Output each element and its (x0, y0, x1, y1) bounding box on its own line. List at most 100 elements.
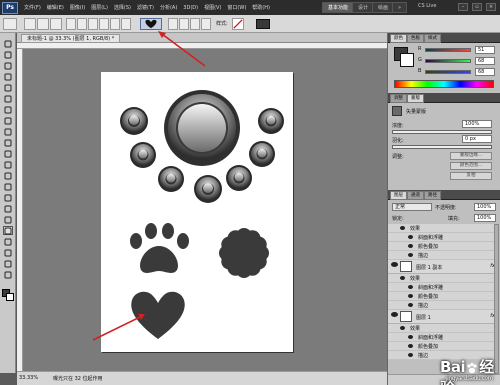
effect-item[interactable]: 颜色叠加 (388, 292, 495, 301)
tab-swatches[interactable]: 色板 (407, 34, 424, 43)
workspace-essentials-button[interactable]: 基本功能 (322, 2, 355, 13)
workspace-painting-button[interactable]: 绘画 (372, 2, 395, 13)
line-tool-option[interactable] (121, 18, 131, 30)
marquee-tool[interactable] (3, 50, 13, 59)
history-brush-tool[interactable] (3, 138, 13, 147)
channel-g-field[interactable]: 68 (475, 57, 495, 65)
eye-icon[interactable] (400, 226, 405, 230)
custom-shape-picker[interactable] (140, 18, 162, 30)
eye-icon[interactable] (391, 312, 398, 317)
tab-paths[interactable]: 路径 (424, 191, 441, 200)
layers-scrollbar[interactable] (494, 224, 499, 374)
menu-item-image[interactable]: 图像(I) (67, 4, 88, 11)
tab-color[interactable]: 颜色 (390, 34, 407, 43)
pen-tool-option[interactable] (66, 18, 76, 30)
feather-field[interactable]: 0 px (462, 135, 492, 143)
eye-icon[interactable] (391, 262, 398, 267)
menu-item-help[interactable]: 帮助(H) (249, 4, 273, 11)
eye-icon[interactable] (408, 244, 413, 248)
effect-item[interactable]: 颜色叠加 (388, 342, 495, 351)
channel-b-slider[interactable] (425, 70, 471, 74)
stamp-tool[interactable] (3, 127, 13, 136)
mask-edge-button[interactable]: 蒙版边缘... (450, 152, 492, 160)
eye-icon[interactable] (408, 353, 413, 357)
eye-icon[interactable] (408, 285, 413, 289)
eye-icon[interactable] (400, 276, 405, 280)
invert-button[interactable]: 反相 (450, 172, 492, 180)
style-picker[interactable] (232, 18, 244, 30)
tool-preset-button[interactable] (3, 18, 17, 30)
eye-icon[interactable] (408, 294, 413, 298)
menu-item-layer[interactable]: 图层(L) (88, 4, 111, 11)
tab-styles[interactable]: 样式 (424, 34, 441, 43)
menu-item-3d[interactable]: 3D(D) (180, 5, 201, 11)
intersect-option[interactable] (190, 18, 200, 30)
eye-icon[interactable] (408, 335, 413, 339)
effects-group[interactable]: 效果 (388, 324, 495, 333)
type-tool[interactable] (3, 204, 13, 213)
layer-row[interactable]: 图层 1 fx (388, 310, 495, 324)
tools-background-color[interactable] (6, 293, 14, 301)
hand-tool[interactable] (3, 259, 13, 268)
zoom-status[interactable]: 33.33% (19, 375, 38, 381)
cs-live-label[interactable]: CS Live (418, 3, 436, 9)
lasso-tool[interactable] (3, 61, 13, 70)
menu-item-file[interactable]: 文件(F) (21, 4, 44, 11)
effect-item[interactable]: 斜面和浮雕 (388, 233, 495, 242)
menu-item-analysis[interactable]: 分析(A) (157, 4, 180, 11)
minimize-icon[interactable]: – (458, 3, 468, 11)
effect-item[interactable]: 斜面和浮雕 (388, 333, 495, 342)
document-page[interactable] (101, 72, 293, 352)
eraser-tool[interactable] (3, 149, 13, 158)
tab-adjustments[interactable]: 调整 (390, 94, 407, 103)
channel-b-field[interactable]: 68 (475, 68, 495, 76)
workspace-more-button[interactable]: » (392, 2, 408, 13)
feather-slider[interactable] (392, 145, 492, 149)
app-logo[interactable]: Ps (2, 1, 18, 14)
healing-tool[interactable] (3, 105, 13, 114)
effect-item[interactable]: 描边 (388, 301, 495, 310)
exclude-option[interactable] (201, 18, 211, 30)
effect-item[interactable]: 颜色叠加 (388, 242, 495, 251)
shape-layers-button[interactable] (24, 18, 36, 30)
zoom-tool[interactable] (3, 270, 13, 279)
channel-r-field[interactable]: 51 (475, 46, 495, 54)
effect-item[interactable]: 斜面和浮雕 (388, 283, 495, 292)
document-info[interactable]: 曝光只在 32 位起作用 (53, 375, 103, 382)
blur-tool[interactable] (3, 171, 13, 180)
menu-item-filter[interactable]: 滤镜(T) (134, 4, 157, 11)
subtract-option[interactable] (179, 18, 189, 30)
eye-icon[interactable] (408, 235, 413, 239)
effects-group[interactable]: 效果 (388, 274, 495, 283)
eyedropper-tool[interactable] (3, 94, 13, 103)
crop-tool[interactable] (3, 83, 13, 92)
document-tab[interactable]: 未标题-1 @ 33.3% (图层 1, RGB/8) * (21, 34, 121, 43)
ellipse-tool-option[interactable] (99, 18, 109, 30)
brush-tool[interactable] (3, 116, 13, 125)
color-spectrum-bar[interactable] (394, 80, 494, 88)
shape-color-swatch[interactable] (256, 19, 270, 29)
eye-icon[interactable] (408, 253, 413, 257)
canvas-area[interactable] (23, 49, 387, 371)
menu-item-select[interactable]: 选择(S) (111, 4, 134, 11)
fill-pixels-button[interactable] (50, 18, 62, 30)
quick-select-tool[interactable] (3, 72, 13, 81)
restore-icon[interactable]: ▫ (472, 3, 482, 11)
custom-shape-tool[interactable] (3, 226, 13, 235)
effect-item[interactable]: 描边 (388, 251, 495, 260)
menu-item-view[interactable]: 视图(V) (201, 4, 224, 11)
tab-channels[interactable]: 通道 (407, 191, 424, 200)
channel-r-slider[interactable] (425, 48, 471, 52)
background-color-swatch[interactable] (400, 53, 414, 67)
blend-mode-select[interactable]: 正常 (392, 203, 432, 211)
pen-tool[interactable] (3, 193, 13, 202)
fill-field[interactable]: 100% (474, 214, 496, 222)
effects-group[interactable]: 效果 (388, 224, 495, 233)
combine-option[interactable] (168, 18, 178, 30)
move-tool[interactable] (3, 39, 13, 48)
rounded-rect-tool-option[interactable] (88, 18, 98, 30)
3d-camera-tool[interactable] (3, 248, 13, 257)
3d-rotate-tool[interactable] (3, 237, 13, 246)
polygon-tool-option[interactable] (110, 18, 120, 30)
eye-icon[interactable] (400, 326, 405, 330)
